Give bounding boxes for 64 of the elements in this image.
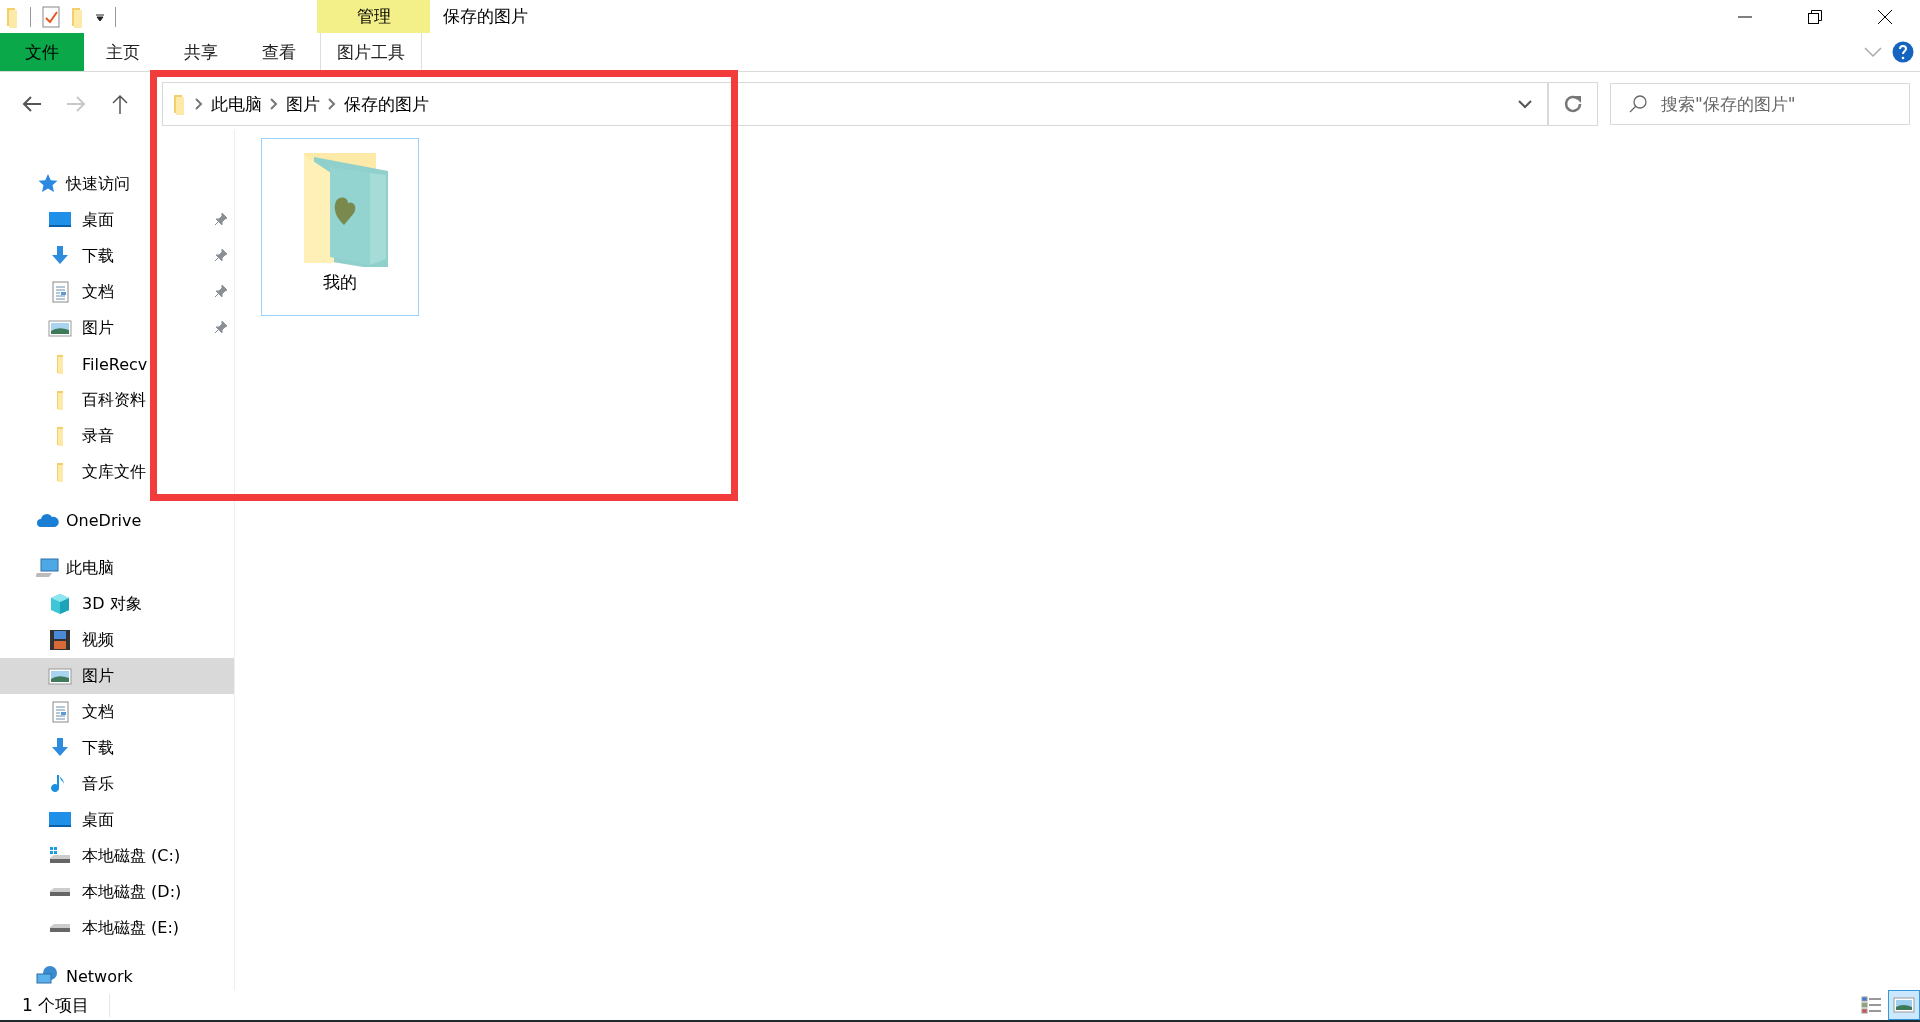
sidebar-item[interactable]: 音乐 [0, 766, 234, 802]
address-bar[interactable]: 此电脑 图片 保存的图片 [162, 82, 1549, 126]
sidebar-item[interactable]: 图片 [0, 310, 234, 346]
sidebar-item[interactable]: 本地磁盘 (E:) [0, 910, 234, 946]
ribbon-tab[interactable]: 主页 [84, 33, 162, 71]
refresh-button[interactable] [1549, 82, 1598, 126]
sidebar-item[interactable]: 文档 [0, 694, 234, 730]
refresh-icon [1563, 94, 1583, 114]
breadcrumb[interactable]: 保存的图片 [344, 92, 429, 116]
properties-icon[interactable] [41, 4, 61, 29]
dropdown-icon[interactable] [95, 11, 105, 22]
minimize-icon [1737, 15, 1753, 18]
drive-icon [50, 924, 70, 932]
restore-icon [1807, 8, 1823, 25]
sidebar-item[interactable]: 下载 [0, 730, 234, 766]
window-title: 保存的图片 [442, 5, 529, 28]
folder-icon [173, 93, 187, 115]
search-icon [1628, 94, 1648, 114]
item-name: 我的 [323, 271, 357, 294]
help-icon[interactable] [1892, 41, 1914, 63]
search-field[interactable]: 搜索"保存的图片" [1610, 83, 1910, 125]
sidebar-item[interactable]: 图片 [0, 658, 234, 694]
details-view-icon [1861, 996, 1883, 1014]
sidebar-item[interactable]: Network [0, 958, 234, 994]
sidebar-item[interactable]: 本地磁盘 (D:) [0, 874, 234, 910]
film-icon [48, 628, 72, 652]
sidebar-item[interactable]: 桌面 [0, 202, 234, 238]
sidebar-item[interactable]: 文库文件 [0, 454, 234, 490]
chevron-icon [195, 98, 203, 110]
folder-icon [57, 462, 63, 482]
folder-item[interactable]: 我的 [261, 138, 419, 316]
sidebar-item[interactable]: 文档 [0, 274, 234, 310]
ribbon-tab[interactable]: 图片工具 [320, 33, 422, 71]
chevron-down-icon [1518, 99, 1532, 109]
sidebar-item[interactable]: 桌面 [0, 802, 234, 838]
folder-icon [57, 426, 63, 446]
sidebar-item[interactable]: 视频 [0, 622, 234, 658]
sidebar-item[interactable]: 此电脑 [0, 550, 234, 586]
close-icon [1877, 8, 1893, 25]
chevron-icon [270, 98, 278, 110]
context-tab-header: 管理 [317, 0, 430, 33]
cube-icon [48, 592, 72, 616]
expand-ribbon-icon[interactable] [1864, 46, 1882, 58]
sidebar-item[interactable]: 本地磁盘 (C:) [0, 838, 234, 874]
folder-icon [57, 390, 63, 410]
sidebar-item[interactable]: 录音 [0, 418, 234, 454]
sidebar-item[interactable]: 下载 [0, 238, 234, 274]
sidebar-item[interactable]: FileRecv [0, 346, 234, 382]
sidebar-item[interactable]: OneDrive [0, 502, 234, 538]
chevron-icon [328, 98, 336, 110]
ribbon-tab[interactable]: 查看 [240, 33, 318, 71]
sidebar-item[interactable]: 快速访问 [0, 166, 234, 202]
drive-icon [50, 888, 70, 896]
sidebar-item[interactable]: 3D 对象 [0, 586, 234, 622]
breadcrumb[interactable]: 图片 [286, 92, 320, 116]
breadcrumb[interactable]: 此电脑 [211, 92, 262, 116]
folder-icon [57, 354, 63, 374]
file-tab[interactable]: 文件 [0, 33, 84, 71]
computer-icon [36, 556, 60, 580]
item-count: 1 个项目 [0, 993, 110, 1017]
sidebar-item[interactable]: 百科资料 [0, 382, 234, 418]
ribbon-tab[interactable]: 共享 [162, 33, 240, 71]
view-toggle-button[interactable] [1888, 990, 1920, 1020]
large-icons-view-icon [1893, 996, 1915, 1014]
